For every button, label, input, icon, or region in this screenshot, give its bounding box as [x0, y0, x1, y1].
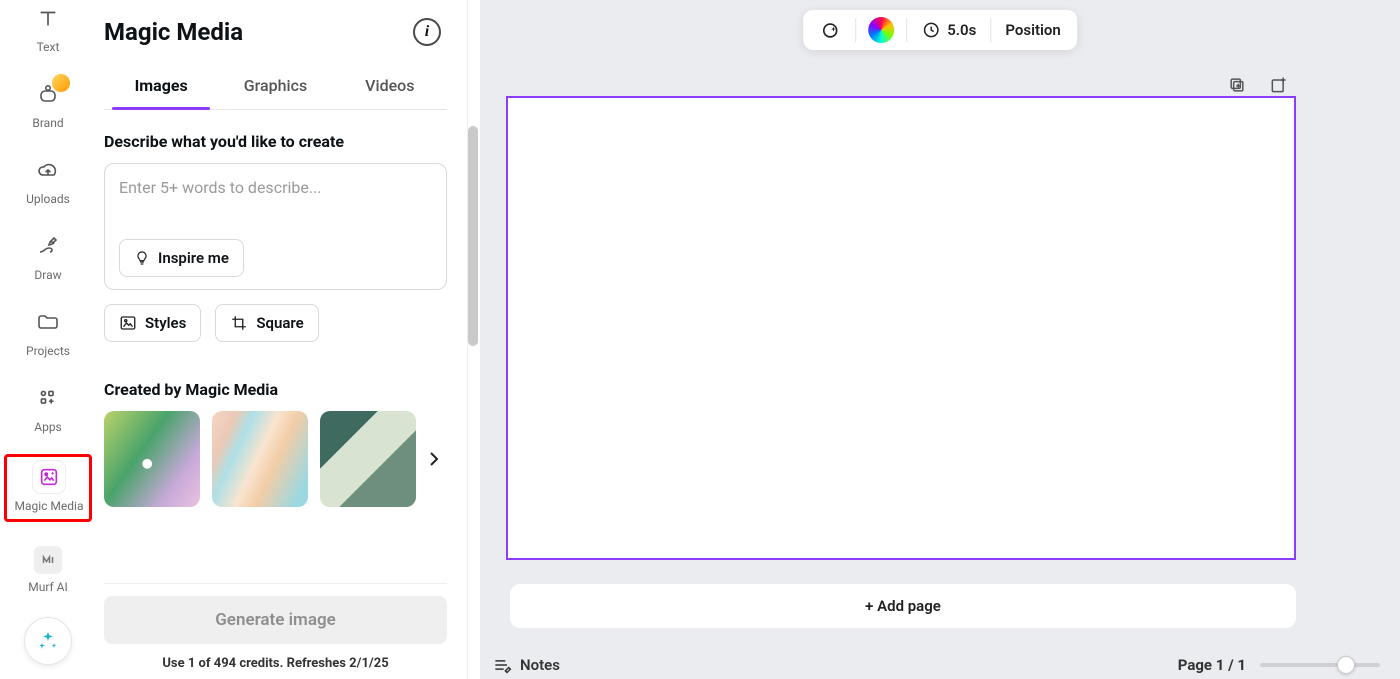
annotation-highlight: Magic Media [4, 454, 92, 522]
aspect-label: Square [256, 314, 303, 332]
toolbar-separator [906, 18, 907, 42]
position-button[interactable]: Position [1003, 17, 1062, 43]
folder-icon [32, 306, 64, 338]
panel-title: Magic Media [104, 18, 243, 46]
lightbulb-icon [134, 250, 150, 266]
canvas-area: 5.0s Position + Add page Notes Page [480, 0, 1400, 679]
zoom-slider[interactable] [1260, 663, 1380, 667]
media-type-tabs: Images Graphics Videos [104, 66, 447, 110]
rail-item-murf-ai[interactable]: Murf AI [8, 546, 88, 594]
styles-label: Styles [145, 314, 186, 332]
crop-icon [230, 314, 248, 332]
rail-item-draw[interactable]: Draw [8, 230, 88, 282]
aspect-ratio-button[interactable]: Square [215, 304, 318, 342]
rail-label: Magic Media [15, 499, 84, 513]
clock-icon [921, 20, 941, 40]
gallery-thumb[interactable] [212, 411, 308, 507]
add-page-icon-button[interactable] [1268, 74, 1290, 96]
rail-label: Uploads [26, 192, 70, 206]
inspire-label: Inspire me [158, 249, 229, 267]
generate-button[interactable]: Generate image [104, 596, 447, 644]
cloud-upload-icon [32, 154, 64, 186]
notes-icon [492, 655, 512, 675]
styles-button[interactable]: Styles [104, 304, 201, 342]
magic-media-panel: Magic Media i Images Graphics Videos Des… [96, 0, 468, 679]
left-icon-rail: Text Brand Uploads Draw Project [0, 0, 96, 679]
notes-label: Notes [520, 656, 560, 674]
brand-icon [32, 78, 64, 110]
gallery-thumb[interactable] [320, 411, 416, 507]
add-page-button[interactable]: + Add page [510, 584, 1296, 628]
rail-item-text[interactable]: Text [8, 2, 88, 54]
draw-icon [32, 230, 64, 262]
murf-ai-icon [34, 546, 62, 574]
rail-label: Brand [32, 116, 63, 130]
animate-button[interactable] [817, 15, 843, 45]
prompt-heading: Describe what you'd like to create [104, 132, 447, 151]
generated-gallery [104, 411, 447, 507]
toolbar-separator [855, 18, 856, 42]
info-button[interactable]: i [413, 18, 441, 46]
tab-videos[interactable]: Videos [333, 66, 447, 109]
notes-button[interactable]: Notes [492, 655, 560, 675]
rail-label: Text [37, 40, 60, 54]
magic-media-icon [33, 461, 65, 493]
canvas-bottom-bar: Notes Page 1 / 1 [492, 655, 1380, 675]
rail-item-apps[interactable]: Apps [8, 382, 88, 434]
gallery-heading: Created by Magic Media [104, 380, 447, 399]
apps-grid-icon [32, 382, 64, 414]
duration-value: 5.0s [947, 21, 976, 39]
rail-item-uploads[interactable]: Uploads [8, 154, 88, 206]
rail-item-projects[interactable]: Projects [8, 306, 88, 358]
tab-images[interactable]: Images [104, 66, 218, 109]
canvas-page[interactable] [506, 96, 1296, 560]
color-picker-button[interactable] [868, 17, 894, 43]
premium-badge-icon [52, 74, 70, 92]
gallery-next-button[interactable] [422, 447, 446, 471]
duration-button[interactable]: 5.0s [919, 16, 978, 44]
tab-graphics[interactable]: Graphics [218, 66, 332, 109]
rail-label: Projects [26, 344, 70, 358]
rail-item-brand[interactable]: Brand [8, 78, 88, 130]
rail-label: Murf AI [28, 580, 68, 594]
page-indicator: Page 1 / 1 [1178, 656, 1246, 674]
image-icon [119, 314, 137, 332]
rail-label: Draw [34, 268, 61, 282]
panel-scrollbar[interactable] [468, 0, 480, 679]
rail-label: Apps [34, 420, 62, 434]
assistant-sparkle-button[interactable] [24, 617, 72, 665]
prompt-input[interactable]: Enter 5+ words to describe... Inspire me [104, 163, 447, 290]
prompt-placeholder: Enter 5+ words to describe... [119, 178, 432, 197]
credits-info: Use 1 of 494 credits. Refreshes 2/1/25 [162, 656, 388, 671]
inspire-me-button[interactable]: Inspire me [119, 239, 244, 277]
duplicate-page-button[interactable] [1226, 74, 1248, 96]
rail-item-magic-media[interactable]: Magic Media [9, 461, 89, 513]
gallery-thumb[interactable] [104, 411, 200, 507]
canvas-toolbar: 5.0s Position [803, 10, 1077, 50]
text-icon [32, 2, 64, 34]
toolbar-separator [990, 18, 991, 42]
